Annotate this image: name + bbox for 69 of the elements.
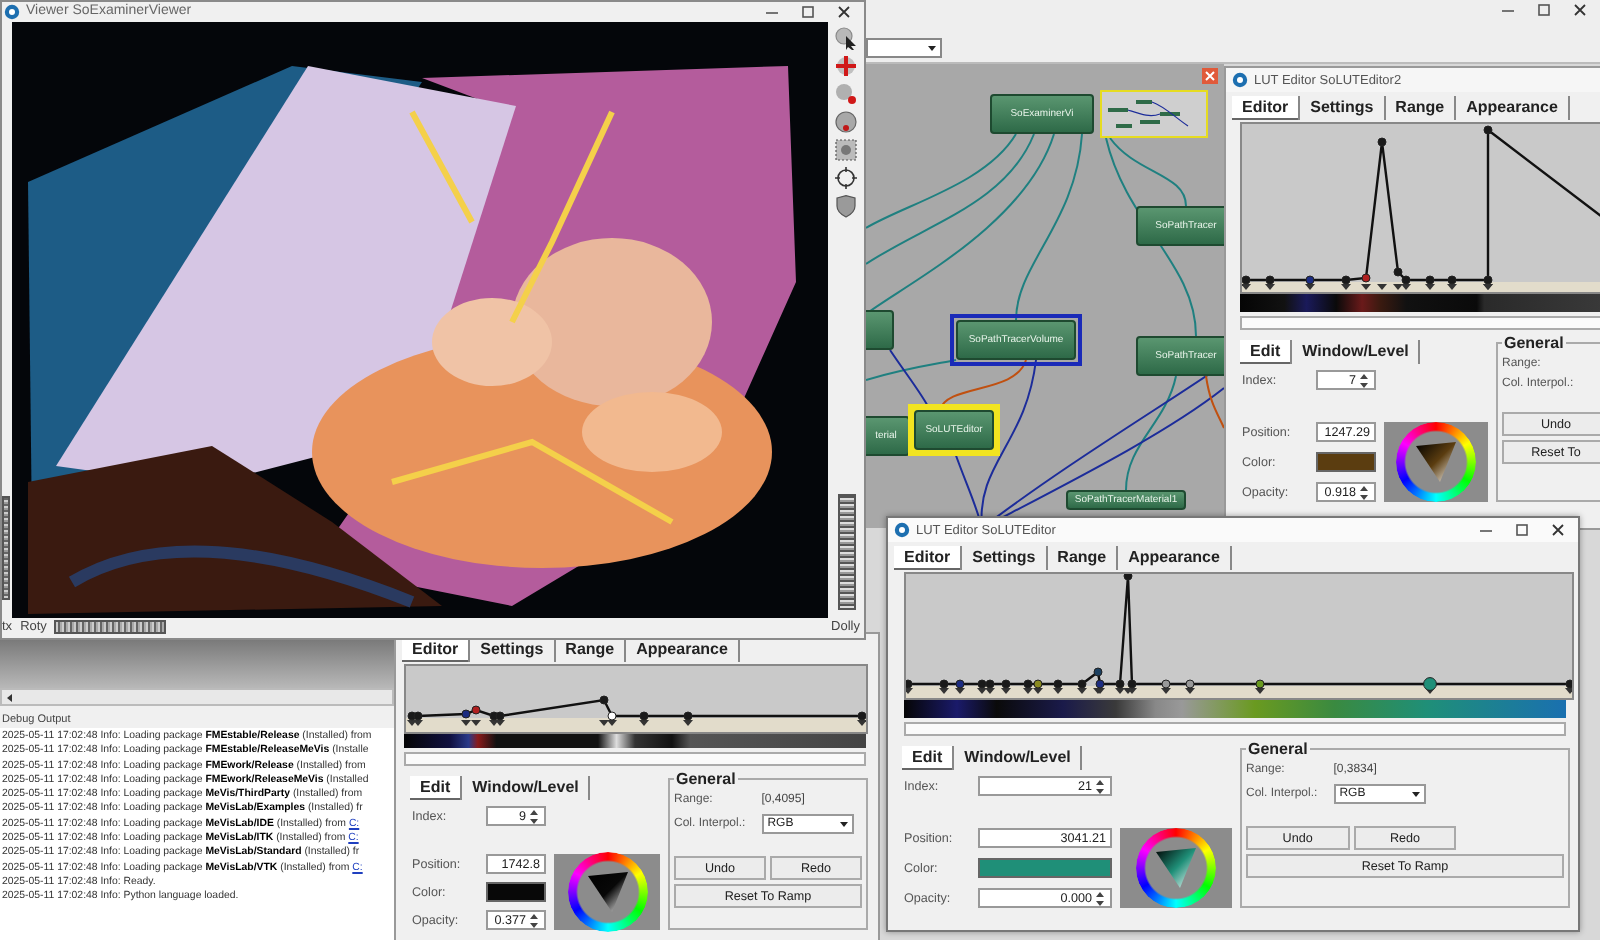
spin-arrows-icon[interactable] xyxy=(1094,889,1106,907)
color-swatch[interactable] xyxy=(1316,452,1376,472)
color-picker[interactable] xyxy=(554,854,660,930)
thumbwheel[interactable] xyxy=(54,620,167,634)
tab[interactable]: Appearance xyxy=(626,638,740,662)
spin-arrows-icon[interactable] xyxy=(1358,483,1370,501)
shield-icon[interactable] xyxy=(834,194,858,218)
color-triangle-icon[interactable] xyxy=(583,868,631,916)
sphere-icon[interactable] xyxy=(834,110,858,134)
horizontal-scrollbar[interactable] xyxy=(404,752,866,766)
color-swatch[interactable] xyxy=(978,858,1112,878)
tab[interactable]: Settings xyxy=(1300,96,1386,120)
color-swatch[interactable] xyxy=(486,882,546,902)
horizontal-scrollbar[interactable] xyxy=(1240,316,1600,330)
maximize-icon[interactable] xyxy=(1514,522,1530,538)
app-icon xyxy=(4,3,20,19)
grid-icon[interactable] xyxy=(834,138,858,162)
tab[interactable]: Editor xyxy=(1232,96,1301,120)
transfer-function-graph[interactable] xyxy=(1240,122,1600,294)
spin-arrows-icon[interactable] xyxy=(528,807,540,825)
tab[interactable]: Window/Level xyxy=(462,776,591,800)
tab[interactable]: Edit xyxy=(1240,340,1293,364)
spin-arrows-icon[interactable] xyxy=(1094,777,1106,795)
color-picker[interactable] xyxy=(1120,828,1232,908)
group-title: General xyxy=(1246,740,1310,758)
tab[interactable]: Editor xyxy=(402,638,471,662)
thumbwheel[interactable] xyxy=(837,494,855,610)
color-picker[interactable] xyxy=(1384,422,1488,502)
tab[interactable]: Appearance xyxy=(1118,546,1232,570)
maximize-icon[interactable] xyxy=(1536,2,1552,18)
color-triangle-icon[interactable] xyxy=(1412,438,1460,486)
color-triangle-icon[interactable] xyxy=(1152,844,1200,892)
tab[interactable]: Settings xyxy=(470,638,556,662)
color-bar[interactable] xyxy=(904,700,1566,718)
tab[interactable]: Settings xyxy=(962,546,1048,570)
horizontal-scrollbar[interactable] xyxy=(904,722,1566,736)
tab[interactable]: Window/Level xyxy=(1292,340,1421,364)
tab[interactable]: Range xyxy=(555,638,627,662)
tab[interactable]: Edit xyxy=(410,776,463,800)
transfer-function-graph[interactable] xyxy=(404,664,868,734)
tab[interactable]: Range xyxy=(1047,546,1119,570)
close-icon[interactable] xyxy=(1572,2,1588,18)
group-title: General xyxy=(1502,334,1566,352)
tab[interactable]: Editor xyxy=(894,546,963,570)
move-icon[interactable] xyxy=(834,54,858,78)
crosshair-icon[interactable] xyxy=(834,166,858,190)
spin-arrows-icon[interactable] xyxy=(528,911,540,929)
maximize-icon[interactable] xyxy=(800,3,816,19)
module-node[interactable] xyxy=(866,304,900,356)
group-title: General xyxy=(674,770,738,788)
cursor-icon[interactable] xyxy=(834,26,858,50)
tab[interactable]: Appearance xyxy=(1456,96,1570,120)
caret-icon xyxy=(1409,788,1422,800)
thumbwheel[interactable] xyxy=(2,496,10,600)
left-arrow-icon xyxy=(4,691,16,703)
horizontal-scrollbar[interactable] xyxy=(0,688,394,706)
tab[interactable]: Window/Level xyxy=(954,746,1083,770)
close-icon[interactable] xyxy=(1550,522,1566,538)
close-icon[interactable] xyxy=(836,3,852,19)
overview-map[interactable] xyxy=(1100,90,1208,138)
caret-icon xyxy=(926,42,938,54)
caret-icon xyxy=(837,818,850,830)
spin-arrows-icon[interactable] xyxy=(1358,371,1370,389)
color-bar[interactable] xyxy=(404,734,866,748)
tab[interactable]: Edit xyxy=(902,746,955,770)
color-bar[interactable] xyxy=(1240,294,1600,312)
tab[interactable]: Range xyxy=(1385,96,1457,120)
transfer-function-graph[interactable] xyxy=(904,572,1574,700)
pick-icon[interactable] xyxy=(834,82,858,106)
